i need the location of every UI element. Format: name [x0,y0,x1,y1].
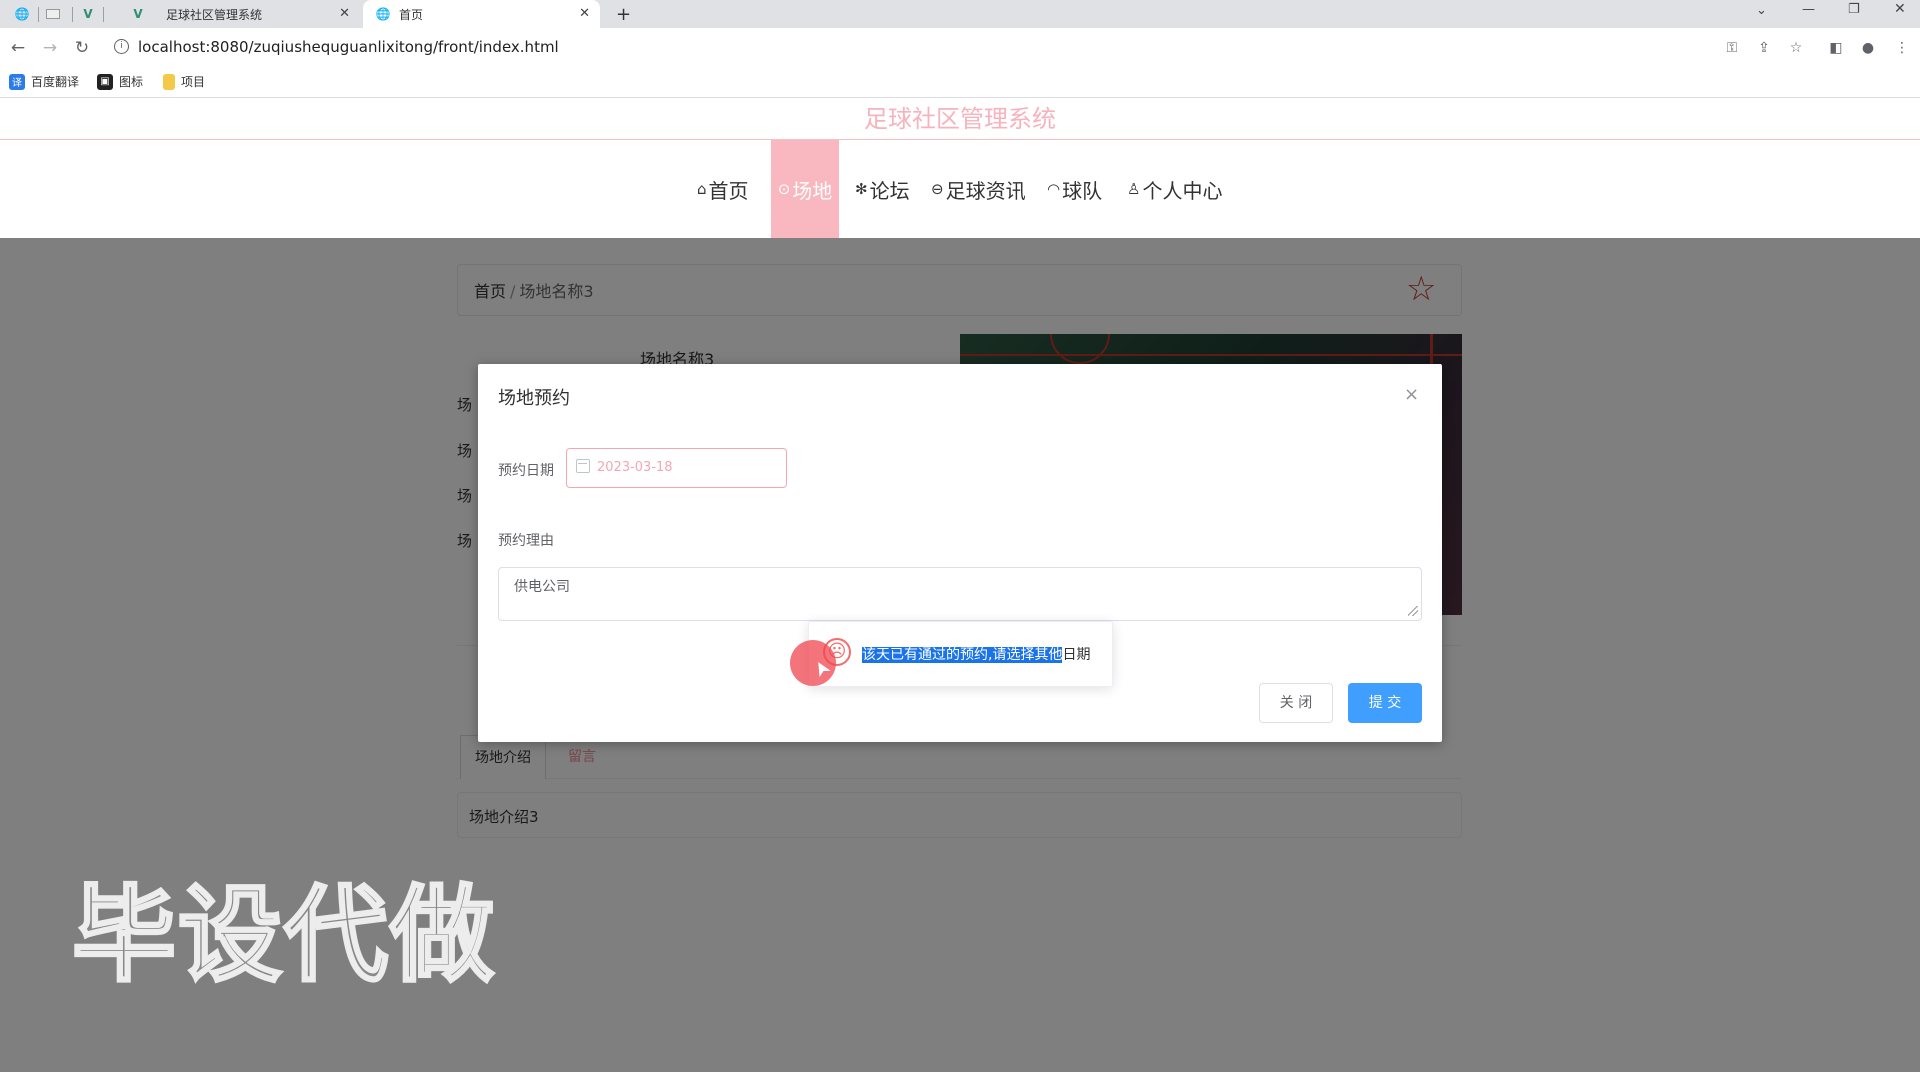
minimize-icon[interactable]: — [1802,2,1815,17]
vue-logo-icon: V [83,7,93,21]
bookmark-icons[interactable]: ▣ 图标 [97,73,143,90]
nav-item-venue[interactable]: ⊙ 场地 [771,140,839,238]
venue-icon: ⊙ [777,180,791,198]
news-icon: ⊖ [931,180,944,198]
reload-icon[interactable]: ↻ [70,36,94,60]
home-icon: ⌂ [697,180,707,198]
booking-reason-label: 预约理由 [498,533,554,549]
nav-item-news[interactable]: ⊖ 足球资讯 [931,140,1026,238]
resize-grip-icon[interactable] [1408,606,1418,616]
folder-icon [163,73,175,90]
calendar-icon [576,459,590,473]
nav-item-home[interactable]: ⌂ 首页 [697,140,749,238]
translate-icon: 译 [9,73,25,90]
close-button[interactable]: 关 闭 [1259,683,1333,723]
bookmarks-bar [0,68,1920,98]
tab-vue-pinned[interactable]: V [80,0,104,28]
globe-icon: 🌐 [375,7,391,21]
tab-label: 足球社区管理系统 [166,7,263,22]
nav-item-team[interactable]: ◠ 球队 [1047,140,1102,238]
profile-icon[interactable]: ● [1858,38,1878,58]
close-icon[interactable]: ✕ [579,6,590,21]
window-close-icon[interactable]: ✕ [1894,1,1906,17]
tab-search-icon[interactable]: ⌄ [1756,3,1767,18]
error-message-text: 该天已有通过的预约,请选择其他日期 [862,647,1091,663]
team-icon: ◠ [1047,180,1061,198]
menu-icon[interactable]: ⋮ [1892,38,1912,58]
globe-icon: 🌐 [14,7,30,21]
booking-date-label: 预约日期 [498,463,554,479]
dialog-title: 场地预约 [498,388,570,409]
image-icon: ▣ [97,73,113,90]
vue-logo-icon: V [133,7,143,21]
nav-item-forum[interactable]: ✻ 论坛 [855,140,910,238]
tab-blank-pinned[interactable] [46,0,68,28]
nav-item-user-center[interactable]: ♙ 个人中心 [1127,140,1222,238]
booking-date-value: 2023-03-18 [597,460,673,475]
new-tab-button[interactable]: + [616,0,631,28]
tab-label: 首页 [399,7,424,22]
bookmark-baidu-translate[interactable]: 译 百度翻译 [9,73,79,90]
share-icon[interactable]: ⇪ [1754,38,1774,58]
forward-icon[interactable]: → [38,36,62,60]
site-title: 足球社区管理系统 [0,98,1920,140]
submit-button[interactable]: 提 交 [1348,683,1422,723]
close-icon[interactable]: ✕ [339,6,350,21]
bookmark-star-icon[interactable]: ☆ [1786,38,1806,58]
address-bar[interactable]: localhost:8080/zuqiushequguanlixitong/fr… [138,38,559,56]
user-icon: ♙ [1127,180,1141,198]
dialog-close-icon[interactable]: × [1404,384,1419,406]
tab-home[interactable]: 🌐 首页 ✕ [363,0,600,28]
tab-system[interactable]: V 足球社区管理系统 ✕ [110,0,360,28]
blank-page-icon [46,9,60,19]
side-panel-icon[interactable]: ◧ [1826,38,1846,58]
key-icon[interactable]: ⚿ [1722,38,1742,58]
watermark-text: 毕设代做 [70,874,497,996]
tab-globe-pinned[interactable]: 🌐 [14,0,38,28]
site-info-icon[interactable]: i [114,39,129,54]
restore-icon[interactable]: ❐ [1848,2,1860,17]
bookmark-project[interactable]: 项目 [163,73,205,90]
back-icon[interactable]: ← [6,36,30,60]
booking-reason-textarea[interactable] [498,567,1422,621]
forum-icon: ✻ [855,180,868,198]
booking-reason-value: 供电公司 [514,579,570,595]
